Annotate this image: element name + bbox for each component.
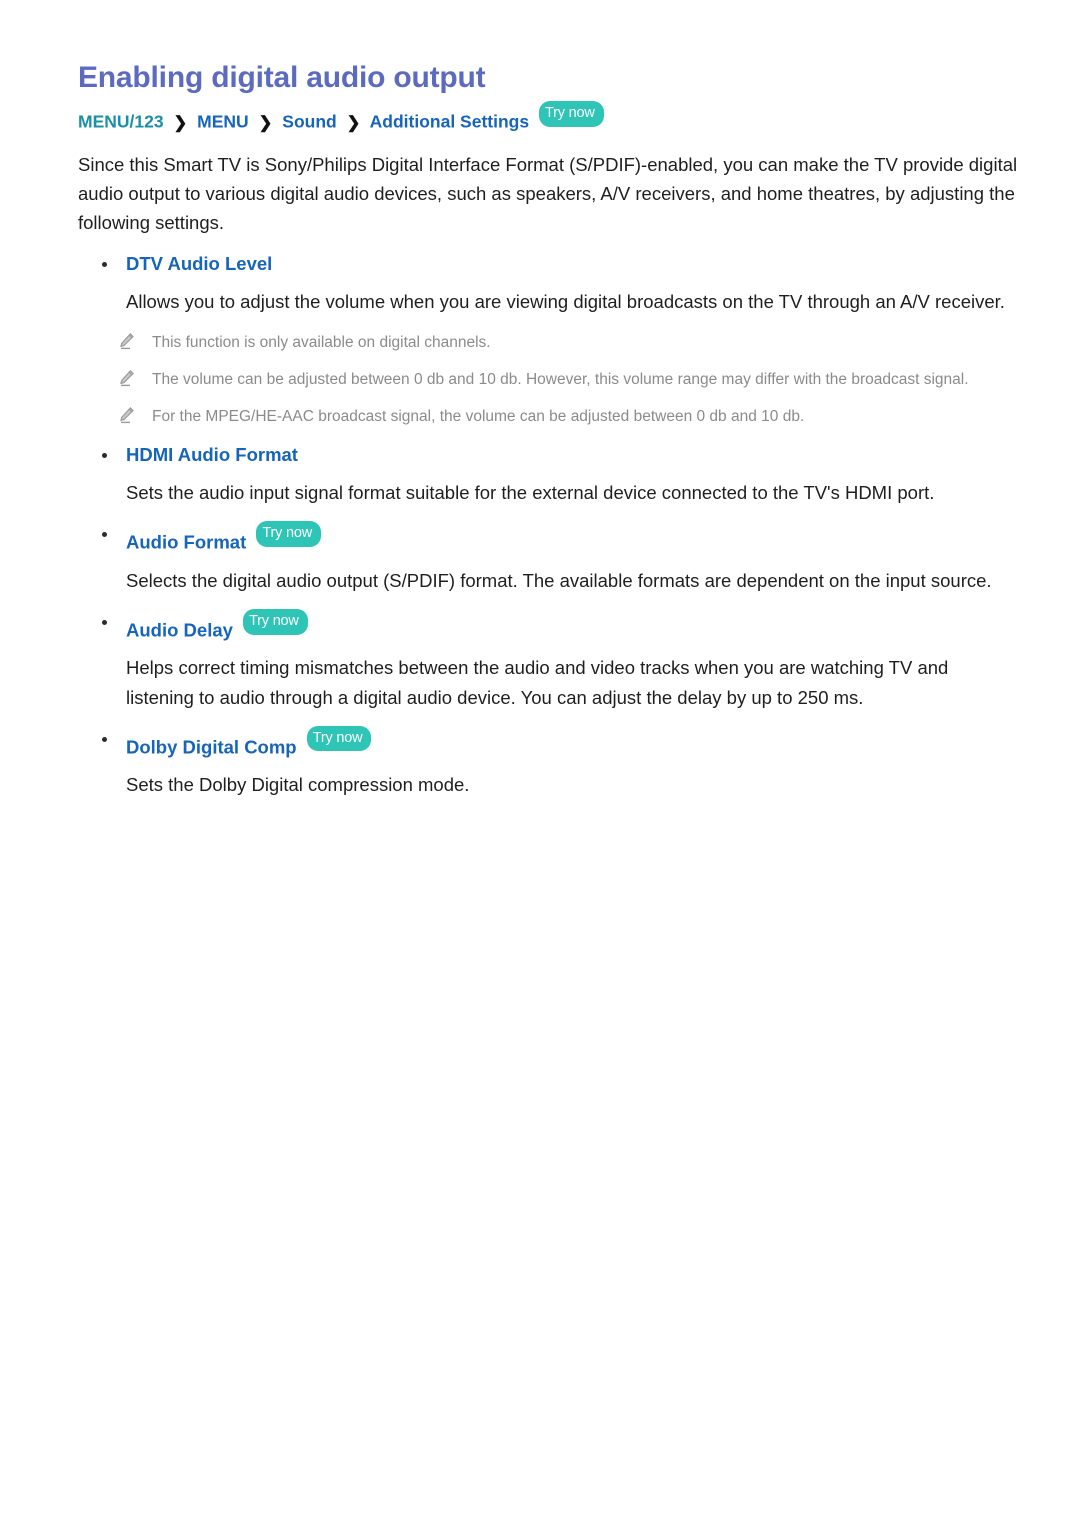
bullet-dot-icon: [102, 620, 107, 626]
section-heading-audio-format[interactable]: Audio Format Try now: [78, 521, 1020, 555]
section-heading-hdmi-audio-format[interactable]: HDMI Audio Format: [78, 442, 1020, 468]
chevron-right-icon: ❯: [346, 113, 361, 132]
section-heading-dtv-audio-level[interactable]: DTV Audio Level: [78, 251, 1020, 277]
note-text: For the MPEG/HE-AAC broadcast signal, th…: [152, 408, 805, 426]
section-heading-label: Audio Format: [126, 531, 247, 553]
note-item: For the MPEG/HE-AAC broadcast signal, th…: [78, 405, 1020, 428]
note-list-dtv-audio-level: This function is only available on digit…: [78, 331, 1020, 429]
breadcrumb-item-additional-settings[interactable]: Additional Settings: [370, 112, 529, 132]
document-page: Enabling digital audio output MENU/123 ❯…: [0, 0, 1080, 1527]
bullet-dot-icon: [102, 453, 107, 459]
section-heading-label: Dolby Digital Comp: [126, 736, 297, 758]
bullet-dot-icon: [102, 736, 107, 742]
chevron-right-icon: ❯: [258, 113, 273, 132]
bullet-dot-icon: [102, 532, 107, 538]
section-body-dolby-digital-comp: Sets the Dolby Digital compression mode.: [126, 774, 470, 796]
page-title: Enabling digital audio output: [78, 61, 486, 94]
section-body-hdmi-audio-format: Sets the audio input signal format suita…: [126, 482, 935, 504]
pencil-icon: [118, 369, 136, 387]
section-heading-label: Audio Delay: [126, 619, 233, 641]
try-now-badge[interactable]: Try now: [243, 609, 308, 635]
breadcrumb-item-menu123[interactable]: MENU/123: [78, 112, 164, 132]
section-body-dtv-audio-level: Allows you to adjust the volume when you…: [126, 291, 1005, 313]
note-item: The volume can be adjusted between 0 db …: [78, 368, 1020, 391]
try-now-badge[interactable]: Try now: [306, 725, 372, 752]
try-now-badge[interactable]: Try now: [256, 521, 322, 547]
section-body-audio-delay: Helps correct timing mismatches between …: [126, 657, 949, 708]
section-body-audio-format: Selects the digital audio output (S/PDIF…: [126, 569, 992, 591]
pencil-icon: [118, 406, 136, 424]
chevron-right-icon: ❯: [173, 113, 188, 132]
section-heading-label: DTV Audio Level: [126, 253, 273, 275]
section-heading-audio-delay[interactable]: Audio Delay Try now: [78, 609, 1020, 643]
note-item: This function is only available on digit…: [78, 331, 1020, 354]
breadcrumb-item-menu[interactable]: MENU: [197, 112, 249, 132]
try-now-badge[interactable]: Try now: [538, 101, 604, 127]
intro-paragraph: Since this Smart TV is Sony/Philips Digi…: [78, 153, 1018, 234]
section-heading-dolby-digital-comp[interactable]: Dolby Digital Comp Try now: [78, 725, 1020, 760]
breadcrumb: MENU/123 ❯ MENU ❯ Sound ❯ Additional Set…: [78, 101, 1020, 135]
note-text: The volume can be adjusted between 0 db …: [152, 370, 969, 388]
breadcrumb-item-sound[interactable]: Sound: [282, 112, 336, 132]
bullet-dot-icon: [102, 262, 107, 268]
note-text: This function is only available on digit…: [152, 333, 491, 351]
pencil-icon: [118, 332, 136, 350]
section-heading-label: HDMI Audio Format: [126, 444, 298, 466]
